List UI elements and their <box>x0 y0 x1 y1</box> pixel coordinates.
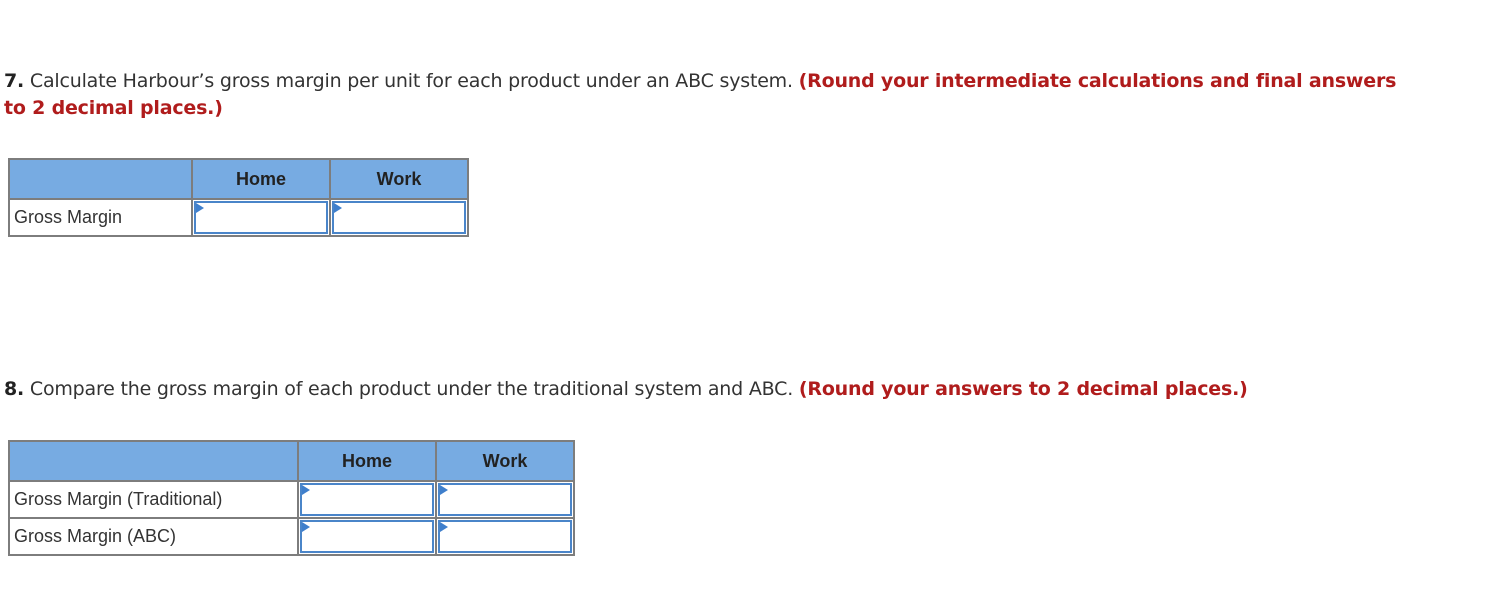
cell-traditional-work <box>435 480 575 519</box>
cell-abc-work <box>435 517 575 556</box>
table-row: Gross Margin <box>8 198 469 237</box>
header-home: Home <box>191 158 331 200</box>
input-flag-icon <box>440 485 448 495</box>
header-home: Home <box>297 440 437 482</box>
gross-margin-home-field-frame <box>194 201 328 234</box>
gross-margin-traditional-work-input[interactable] <box>440 485 570 514</box>
row-label-gross-margin: Gross Margin <box>8 198 193 237</box>
table-header-row: Home Work <box>8 158 469 200</box>
question-8-prompt: 8. Compare the gross margin of each prod… <box>4 376 1424 403</box>
input-flag-icon <box>440 522 448 532</box>
abc-work-field-frame <box>438 520 572 553</box>
cell-traditional-home <box>297 480 437 519</box>
table-header-row: Home Work <box>8 440 575 482</box>
cell-gross-margin-work <box>329 198 469 237</box>
input-flag-icon <box>302 522 310 532</box>
cell-abc-home <box>297 517 437 556</box>
header-work: Work <box>329 158 469 200</box>
question-8-answer-table: Home Work Gross Margin (Traditional) Gro… <box>8 440 575 556</box>
question-7-number: 7. <box>4 70 25 92</box>
question-7-prompt: 7. Calculate Harbour’s gross margin per … <box>4 68 1424 122</box>
header-blank-cell <box>8 158 193 200</box>
question-7-answer-table: Home Work Gross Margin <box>8 158 469 237</box>
row-label-gross-margin-traditional: Gross Margin (Traditional) <box>8 480 299 519</box>
input-flag-icon <box>196 203 204 213</box>
question-8-number: 8. <box>4 378 25 400</box>
table-row: Gross Margin (ABC) <box>8 517 575 556</box>
traditional-work-field-frame <box>438 483 572 516</box>
header-work: Work <box>435 440 575 482</box>
question-7-text: Calculate Harbour’s gross margin per uni… <box>24 70 799 92</box>
gross-margin-traditional-home-input[interactable] <box>302 485 432 514</box>
gross-margin-work-input[interactable] <box>334 203 464 232</box>
gross-margin-abc-home-input[interactable] <box>302 522 432 551</box>
gross-margin-abc-work-input[interactable] <box>440 522 570 551</box>
gross-margin-work-field-frame <box>332 201 466 234</box>
question-8-text: Compare the gross margin of each product… <box>24 378 799 400</box>
input-flag-icon <box>334 203 342 213</box>
gross-margin-home-input[interactable] <box>196 203 326 232</box>
header-blank-cell <box>8 440 299 482</box>
cell-gross-margin-home <box>191 198 331 237</box>
row-label-gross-margin-abc: Gross Margin (ABC) <box>8 517 299 556</box>
abc-home-field-frame <box>300 520 434 553</box>
question-8-instruction: (Round your answers to 2 decimal places.… <box>798 378 1248 400</box>
input-flag-icon <box>302 485 310 495</box>
traditional-home-field-frame <box>300 483 434 516</box>
table-row: Gross Margin (Traditional) <box>8 480 575 519</box>
